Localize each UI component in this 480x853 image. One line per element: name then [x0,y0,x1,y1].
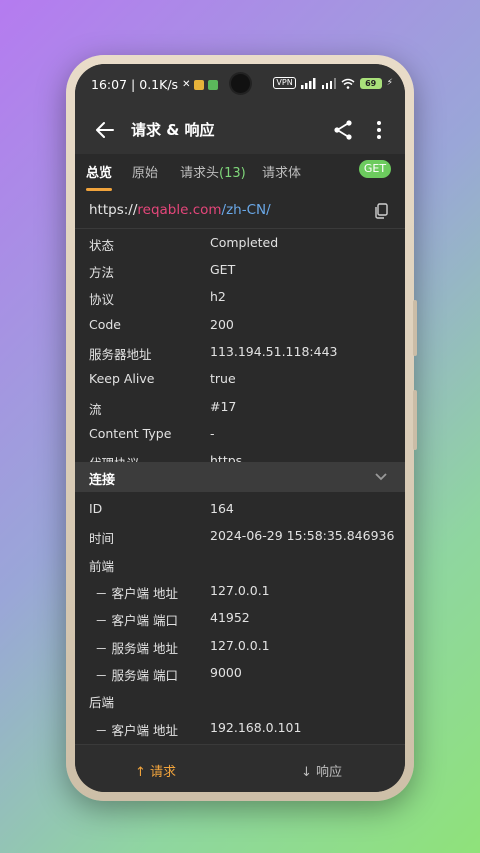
row-key: 流 [89,402,102,417]
row-key: － 服务端 端口 [95,668,178,683]
row-key: Content Type [89,426,172,441]
info-row-keep-alive: Keep Alive true [75,365,405,392]
network-speed: 0.1K/s [139,77,179,92]
url-path: /zh-CN/ [221,202,271,218]
info-row-stream: 流 #17 [75,393,405,420]
conn-row-front-server-address: － 服务端 地址 127.0.0.1 [75,632,405,659]
row-key: 状态 [89,238,115,253]
conn-row-back-client-address: － 客户端 地址 192.168.0.101 [75,714,405,741]
conn-row-frontend: 前端 [75,550,405,577]
row-value: 164 [210,501,234,516]
conn-row-front-server-port: － 服务端 端口 9000 [75,659,405,686]
row-value: - [210,426,215,441]
camera-cutout [231,74,250,93]
info-row-status: 状态 Completed [75,229,405,256]
status-bar: 16:07 | 0.1K/s ✕ VPN 69 ⚡ [75,64,405,106]
tab-bar: 总览 原始 请求头(13) 请求体 [75,154,405,192]
request-button[interactable]: ↑ 请求 [135,761,176,780]
info-row-content-type: Content Type - [75,420,405,447]
row-key: 前端 [89,559,115,574]
power-button [413,390,417,450]
vpn-icon: VPN [273,77,296,89]
row-value: 127.0.0.1 [210,638,270,653]
info-row-protocol: 协议 h2 [75,283,405,310]
row-key: － 客户端 地址 [95,586,178,601]
share-icon[interactable] [331,118,355,142]
url-row: https://reqable.com/zh-CN/ [75,192,405,229]
tab-headers[interactable]: 请求头(13) [180,162,246,181]
request-url[interactable]: https://reqable.com/zh-CN/ [89,202,271,218]
wifi-icon [341,78,355,89]
conn-row-front-client-address: － 客户端 地址 127.0.0.1 [75,577,405,604]
app-bar: 请求 & 响应 [75,106,405,154]
info-row-code: Code 200 [75,311,405,338]
row-value: 200 [210,317,234,332]
url-host: reqable.com [137,202,222,218]
row-key: 协议 [89,292,115,307]
info-row-method: 方法 GET [75,256,405,283]
app-notification-icon [208,79,219,90]
conn-row-time: 时间 2024-06-29 15:58:35.846936 [75,522,405,549]
url-scheme: https:// [89,202,138,218]
arrow-up-icon: ↑ [135,765,151,780]
conn-row-front-client-port: － 客户端 端口 41952 [75,604,405,631]
tab-body[interactable]: 请求体 [262,162,301,181]
chevron-down-icon [375,473,387,481]
method-badge: GET [359,160,391,178]
row-key: 服务器地址 [89,347,152,362]
info-row-server-address: 服务器地址 113.194.51.118:443 [75,338,405,365]
notification-icon [194,79,205,90]
volume-button [413,300,417,356]
row-value: Completed [210,235,279,250]
row-value: 2024-06-29 15:58:35.846936 [210,528,395,543]
page-title: 请求 & 响应 [131,121,215,139]
back-arrow-icon[interactable] [93,118,117,142]
row-key: － 客户端 地址 [95,723,178,738]
app-screen: 16:07 | 0.1K/s ✕ VPN 69 ⚡ 请求 & 响应 总览 原始 … [75,64,405,792]
row-value: 9000 [210,665,242,680]
row-value: #17 [210,399,237,414]
row-key: ID [89,501,103,516]
response-label: 响应 [316,765,343,780]
battery-icon: 69 [359,77,382,89]
row-value: true [210,371,236,386]
row-value: 127.0.0.1 [210,583,270,598]
row-value: 192.168.0.101 [210,720,302,735]
conn-row-id: ID 164 [75,495,405,522]
tab-headers-label: 请求头 [180,166,220,181]
row-key: 方法 [89,265,115,280]
charging-icon: ⚡ [386,78,393,88]
row-key: － 服务端 地址 [95,641,178,656]
conn-row-backend: 后端 [75,686,405,713]
signal-icon [300,77,316,89]
row-key: － 客户端 端口 [95,613,178,628]
row-key: 后端 [89,695,115,710]
copy-icon[interactable] [373,203,389,219]
arrow-down-icon: ↓ [301,765,317,780]
tab-indicator [86,188,112,191]
row-key: Keep Alive [89,371,155,386]
status-time: 16:07 [91,77,128,92]
row-value: h2 [210,289,226,304]
tab-raw[interactable]: 原始 [132,162,158,181]
row-key: 时间 [89,531,115,546]
row-key: Code [89,317,122,332]
tab-overview[interactable]: 总览 [86,162,112,181]
request-label: 请求 [150,765,177,780]
phone-frame: 16:07 | 0.1K/s ✕ VPN 69 ⚡ 请求 & 响应 总览 原始 … [66,55,417,801]
row-value: 41952 [210,610,250,625]
more-vert-icon[interactable] [367,118,391,142]
tab-headers-count: (13) [219,166,246,181]
connection-section-header[interactable]: 连接 [75,462,405,492]
mute-icon: ✕ [182,79,191,90]
bottom-bar: ↑ 请求 ↓ 响应 [75,744,405,792]
row-value: GET [210,262,236,277]
row-value: 113.194.51.118:443 [210,344,338,359]
signal-2-icon [321,77,336,89]
response-button[interactable]: ↓ 响应 [301,761,342,780]
section-title: 连接 [89,473,116,488]
